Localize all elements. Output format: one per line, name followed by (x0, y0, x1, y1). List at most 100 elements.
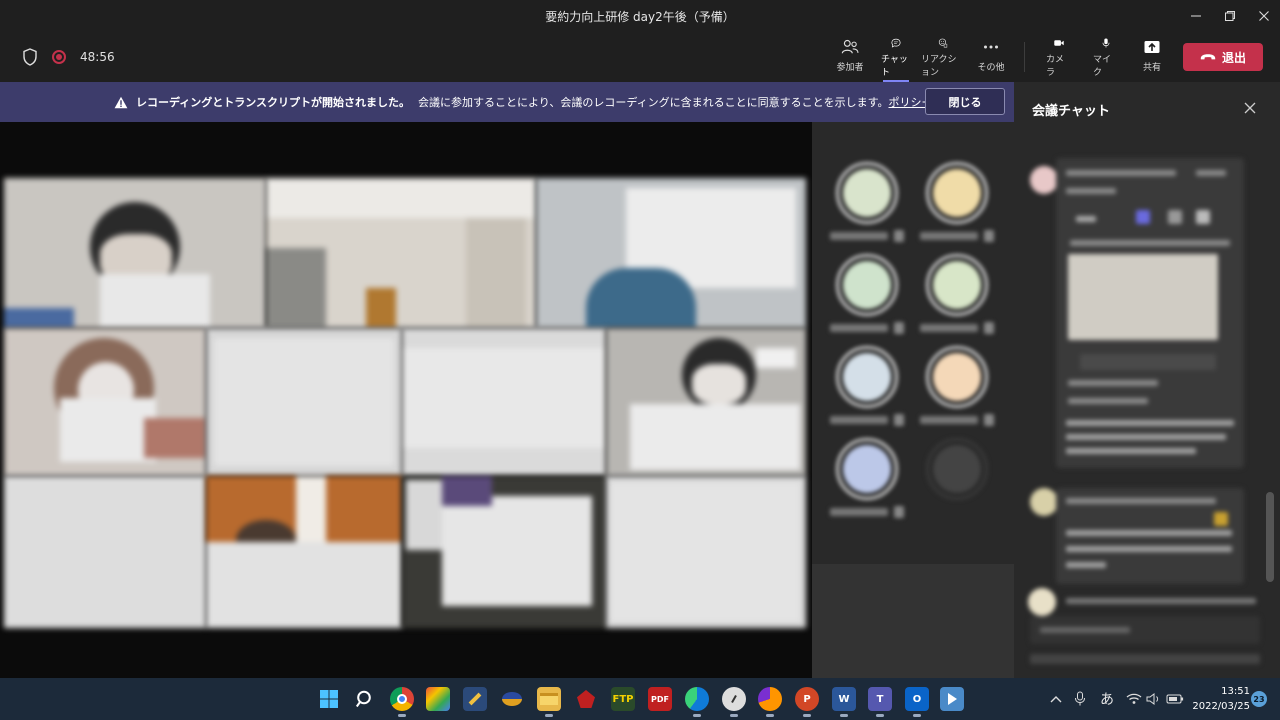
volume-status[interactable] (1146, 678, 1162, 720)
compose-box[interactable] (1030, 616, 1260, 644)
chat-scrollbar[interactable] (1266, 492, 1274, 582)
record-dot-icon (52, 50, 66, 64)
windows-taskbar: FTP PDF P W T O あ 13:51 2022/03/25 23 (0, 678, 1280, 720)
reactions-label: リアクション (921, 55, 957, 78)
people-icon (841, 39, 859, 54)
video-tile[interactable] (266, 178, 536, 328)
video-camera-icon (1054, 40, 1064, 46)
sender-avatar (1030, 488, 1058, 516)
pdf-app[interactable]: PDF (648, 687, 672, 711)
video-tile[interactable] (4, 178, 266, 328)
edge-app[interactable] (685, 687, 709, 717)
banner-body: 会議に参加することにより、会議のレコーディングに含まれることに同意することを示し… (418, 94, 932, 110)
battery-status[interactable] (1166, 678, 1184, 720)
camera-button[interactable]: カメラ (1046, 38, 1072, 78)
attendee-avatar[interactable] (822, 252, 912, 340)
participants-label: 参加者 (836, 63, 864, 73)
dragon-app[interactable] (574, 687, 598, 711)
teams-app[interactable]: T (868, 687, 892, 717)
windows-logo-icon (320, 690, 338, 708)
banner-headline: レコーディングとトランスクリプトが開始されました。 (136, 96, 411, 109)
media-app[interactable] (940, 687, 964, 711)
minimize-button[interactable] (1178, 0, 1214, 32)
teams-icon: T (876, 693, 884, 705)
chevron-up-icon[interactable] (1050, 694, 1062, 704)
ftp-app[interactable]: FTP (611, 687, 635, 711)
window-title: 要約力向上研修 day2午後（予備） (545, 9, 735, 24)
clock-icon (731, 695, 737, 703)
video-tile[interactable] (606, 476, 806, 628)
clock-app[interactable] (722, 687, 746, 717)
phone-hangup-icon (1200, 54, 1216, 60)
meeting-chat-panel: 会議チャット (1014, 82, 1280, 678)
play-icon (947, 693, 957, 705)
attendee-avatar[interactable] (912, 252, 1002, 340)
search-button[interactable] (353, 687, 377, 711)
attendee-avatar[interactable] (822, 344, 912, 432)
participants-button[interactable]: 参加者 (834, 38, 866, 78)
outlook-app[interactable]: O (905, 687, 929, 717)
file-explorer-app[interactable] (537, 687, 561, 717)
microphone-icon (1102, 38, 1110, 48)
system-tray (1050, 678, 1062, 720)
tray-mic[interactable] (1074, 678, 1086, 720)
reactions-button[interactable]: リアクション (921, 38, 965, 78)
folder-icon (540, 693, 558, 705)
chrome-icon (397, 694, 407, 704)
video-tile[interactable] (536, 178, 806, 328)
ime-indicator[interactable]: あ (1100, 678, 1114, 720)
attendee-avatar[interactable] (822, 160, 912, 248)
paint-app[interactable] (426, 687, 450, 711)
word-app[interactable]: W (832, 687, 856, 717)
restore-icon (1225, 11, 1235, 21)
attendee-avatar[interactable] (912, 160, 1002, 248)
more-button[interactable]: その他 (977, 38, 1005, 78)
clock-date: 2022/03/25 (1192, 701, 1250, 712)
video-tile[interactable] (4, 328, 206, 476)
share-tray-icon (1144, 41, 1160, 53)
taskbar-clock[interactable]: 13:51 2022/03/25 (1192, 684, 1250, 714)
video-stage (0, 122, 812, 678)
meeting-toolbar: 48:56 参加者 チャット リアクション その他 カメラ マイク 共有 退出 (0, 32, 1280, 82)
recording-banner: レコーディングとトランスクリプトが開始されました。 会議に参加することにより、会… (0, 82, 1014, 122)
speaker-icon (1146, 693, 1159, 705)
close-chat-icon[interactable] (1242, 100, 1258, 116)
powerpoint-app[interactable]: P (795, 687, 819, 717)
chat-title: 会議チャット (1032, 103, 1110, 119)
more-attendees-avatar[interactable] (912, 436, 1002, 524)
share-button[interactable]: 共有 (1140, 38, 1164, 78)
chat-header: 会議チャット (1014, 82, 1280, 136)
maximize-button[interactable] (1212, 0, 1248, 32)
close-window-button[interactable] (1246, 0, 1280, 32)
attendee-avatar[interactable] (822, 436, 912, 524)
chat-button[interactable]: チャット (881, 38, 911, 82)
pencil-icon (468, 692, 482, 706)
video-tile[interactable] (206, 328, 402, 476)
share-label: 共有 (1142, 63, 1161, 73)
leave-button[interactable]: 退出 (1183, 43, 1263, 71)
network-status[interactable] (1126, 678, 1142, 720)
chat-label: チャット (881, 55, 908, 78)
shield-icon[interactable] (22, 48, 38, 66)
video-tile[interactable] (606, 328, 806, 476)
more-label: その他 (977, 63, 1005, 73)
notification-badge[interactable]: 23 (1251, 691, 1267, 707)
camera-label: カメラ (1046, 55, 1065, 78)
video-tile[interactable] (402, 328, 606, 476)
dragon-icon (577, 690, 595, 708)
video-tile[interactable] (402, 476, 606, 628)
attendee-avatar[interactable] (912, 344, 1002, 432)
video-tile[interactable] (206, 476, 402, 628)
close-banner-button[interactable]: 閉じる (925, 88, 1005, 115)
ball-app[interactable] (500, 687, 524, 711)
mic-button[interactable]: マイク (1093, 38, 1119, 78)
firefox-app[interactable] (758, 687, 782, 717)
chat-message-list (1014, 136, 1280, 678)
powerpoint-icon: P (803, 693, 811, 705)
ime-label: あ (1100, 692, 1114, 708)
chrome-app[interactable] (390, 687, 414, 717)
editor-app[interactable] (463, 687, 487, 711)
video-tile[interactable] (4, 476, 206, 628)
smiley-hand-icon (938, 38, 948, 48)
start-button[interactable] (317, 687, 341, 711)
